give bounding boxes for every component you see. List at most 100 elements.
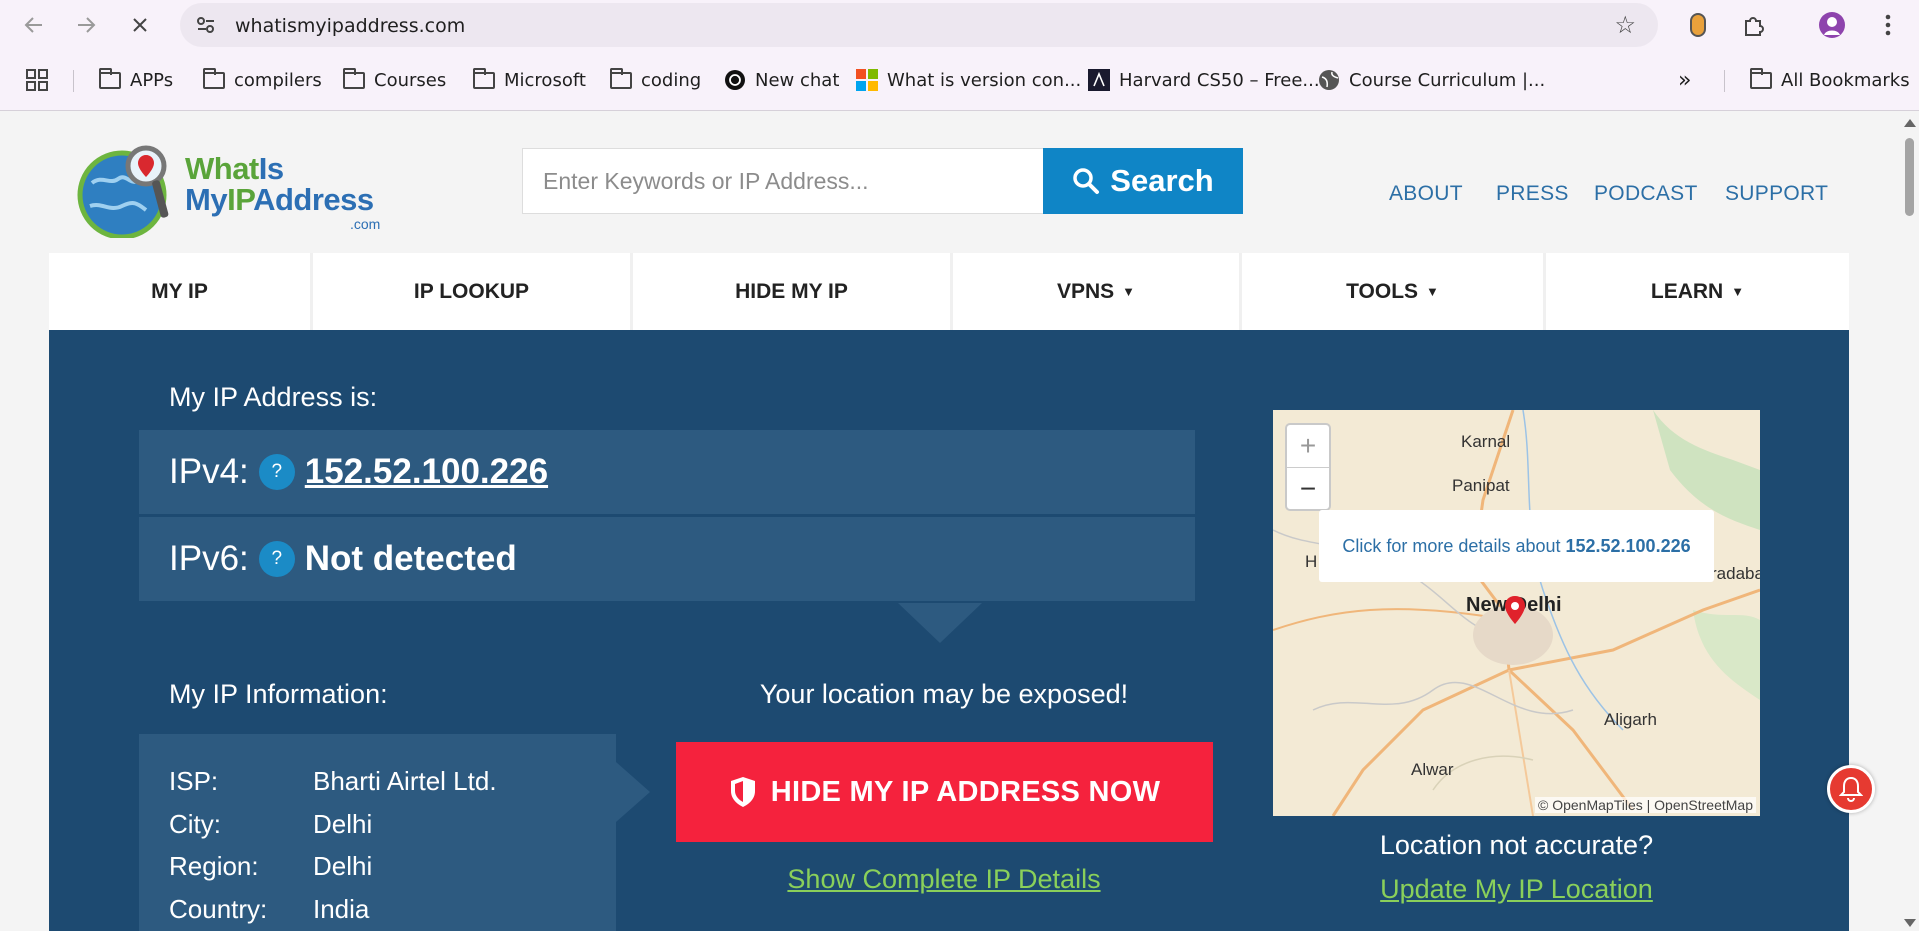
bookmark-label: Harvard CS50 – Free... — [1119, 69, 1320, 91]
bookmark-courses[interactable]: Courses — [343, 65, 446, 95]
site-settings-icon[interactable] — [194, 13, 218, 37]
press-link[interactable]: PRESS — [1496, 182, 1569, 206]
apps-grid-icon[interactable] — [26, 65, 48, 95]
bookmarks-overflow-button[interactable]: » — [1678, 65, 1691, 95]
ipv4-label: IPv4: — [169, 452, 249, 491]
map-label-partial-left: H — [1305, 552, 1318, 571]
isp-value: Bharti Airtel Ltd. — [313, 766, 497, 796]
location-map[interactable]: + − Karnal Panipat New Delhi Aligarh Alw… — [1273, 410, 1760, 816]
update-ip-location-link[interactable]: Update My IP Location — [1273, 874, 1760, 905]
folder-icon — [610, 67, 632, 89]
hide-my-ip-label: HIDE MY IP ADDRESS NOW — [770, 775, 1161, 808]
cs50-icon — [1088, 69, 1110, 91]
ipv6-row: IPv6: ? Not detected — [139, 517, 1195, 601]
hide-my-ip-button[interactable]: HIDE MY IP ADDRESS NOW — [676, 742, 1213, 842]
search-placeholder: Enter Keywords or IP Address... — [543, 167, 869, 194]
info-box-arrow — [616, 762, 650, 822]
bookmark-new-chat[interactable]: New chat — [724, 65, 839, 95]
profile-avatar[interactable] — [1816, 9, 1848, 41]
scrollbar-thumb[interactable] — [1905, 138, 1914, 216]
country-label: Country: — [169, 894, 268, 924]
page-scrollbar[interactable] — [1900, 111, 1919, 931]
ipv6-value: Not detected — [304, 539, 517, 578]
map-popup-text: Click for more details about — [1342, 535, 1561, 556]
all-bookmarks[interactable]: All Bookmarks — [1750, 65, 1910, 95]
chatgpt-icon — [725, 70, 745, 90]
back-button[interactable] — [18, 9, 50, 41]
stop-loading-button[interactable] — [124, 9, 156, 41]
podcast-link[interactable]: PODCAST — [1594, 182, 1698, 206]
chevron-double-right-icon: » — [1678, 67, 1692, 93]
bookmark-apps[interactable]: APPs — [99, 65, 173, 95]
folder-icon — [473, 67, 495, 89]
browser-chrome: whatismyipaddress.com ☆ APPs compilers C… — [0, 0, 1919, 111]
bookmark-star-icon[interactable]: ☆ — [1614, 11, 1636, 40]
zoom-out-button[interactable]: − — [1287, 467, 1329, 509]
ipv4-address-link[interactable]: 152.52.100.226 — [305, 452, 548, 492]
bookmarks-bar: APPs compilers Courses Microsoft coding … — [0, 58, 1919, 102]
map-popup[interactable]: Click for more details about 152.52.100.2… — [1319, 510, 1714, 582]
location-not-accurate-text: Location not accurate? — [1379, 830, 1654, 860]
map-pin-icon — [1505, 596, 1525, 624]
ipv6-help-icon[interactable]: ? — [258, 541, 295, 577]
search-button-label: Search — [1110, 163, 1214, 198]
pointer-triangle — [898, 603, 982, 643]
address-bar[interactable]: whatismyipaddress.com ☆ — [180, 3, 1658, 47]
shield-icon — [730, 777, 755, 807]
bookmark-label: Courses — [374, 69, 447, 91]
bookmark-course-curriculum[interactable]: Course Curriculum |... — [1318, 65, 1545, 95]
extension-icon-1[interactable] — [1682, 9, 1714, 41]
bookmark-label: New chat — [755, 69, 840, 91]
bookmark-microsoft[interactable]: Microsoft — [473, 65, 586, 95]
zoom-in-button[interactable]: + — [1287, 425, 1329, 467]
country-value: India — [313, 894, 370, 924]
forward-arrow-icon — [78, 17, 96, 33]
map-label-partial-right: radaba — [1711, 564, 1760, 583]
search-input[interactable]: Enter Keywords or IP Address... — [522, 148, 1044, 214]
site-logo[interactable]: WhatIs MyIPAddress .com — [72, 138, 392, 238]
nav-hide-my-ip[interactable]: HIDE MY IP — [633, 253, 953, 330]
globe-icon — [1319, 70, 1339, 90]
ipv4-row: IPv4: ? 152.52.100.226 — [139, 430, 1195, 514]
city-value: Delhi — [313, 809, 373, 839]
city-label: City: — [169, 809, 221, 839]
bookmark-compilers[interactable]: compilers — [203, 65, 322, 95]
search-button[interactable]: Search — [1043, 148, 1243, 214]
map-label-alwar: Alwar — [1411, 760, 1454, 779]
bookmark-label: Course Curriculum |... — [1349, 69, 1546, 91]
bell-icon — [1839, 776, 1863, 802]
nav-tools[interactable]: TOOLS ▼ — [1242, 253, 1546, 330]
support-link[interactable]: SUPPORT — [1725, 182, 1828, 206]
nav-vpns[interactable]: VPNS ▼ — [953, 253, 1242, 330]
browser-toolbar: whatismyipaddress.com ☆ — [0, 0, 1919, 50]
bookmark-label: coding — [641, 69, 702, 91]
bookmark-coding[interactable]: coding — [610, 65, 701, 95]
nav-my-ip[interactable]: MY IP — [49, 253, 313, 330]
nav-learn[interactable]: LEARN ▼ — [1546, 253, 1849, 330]
ipv4-help-icon[interactable]: ? — [258, 454, 295, 490]
about-link[interactable]: ABOUT — [1389, 182, 1463, 206]
ip-hero-section: My IP Address is: IPv4: ? 152.52.100.226… — [49, 330, 1849, 931]
region-label: Region: — [169, 851, 259, 881]
caret-down-icon: ▼ — [1122, 284, 1136, 299]
show-complete-ip-details-link[interactable]: Show Complete IP Details — [676, 864, 1212, 895]
logo-text-bottom: MyIPAddress — [185, 182, 374, 217]
scroll-up-arrow-icon[interactable] — [1904, 119, 1916, 127]
bookmark-label: What is version con... — [887, 69, 1082, 91]
microsoft-icon — [856, 69, 878, 91]
ip-info-heading: My IP Information: — [169, 679, 388, 709]
notification-bell-button[interactable] — [1827, 765, 1875, 813]
main-nav: MY IP IP LOOKUP HIDE MY IP VPNS ▼ TOOLS ▼ … — [49, 253, 1849, 330]
nav-ip-lookup[interactable]: IP LOOKUP — [313, 253, 633, 330]
bookmarks-separator — [73, 70, 74, 92]
map-attribution[interactable]: © OpenMapTiles | OpenStreetMap — [1535, 797, 1756, 813]
bookmarks-separator — [1724, 70, 1725, 92]
folder-icon — [343, 67, 365, 89]
folder-icon — [1750, 67, 1772, 89]
bookmark-version-control[interactable]: What is version con... — [856, 65, 1081, 95]
bookmark-cs50[interactable]: Harvard CS50 – Free... — [1088, 65, 1320, 95]
scroll-down-arrow-icon[interactable] — [1904, 919, 1916, 927]
extensions-puzzle-icon[interactable] — [1738, 9, 1770, 41]
forward-button[interactable] — [70, 9, 102, 41]
browser-menu-icon[interactable] — [1872, 9, 1904, 41]
